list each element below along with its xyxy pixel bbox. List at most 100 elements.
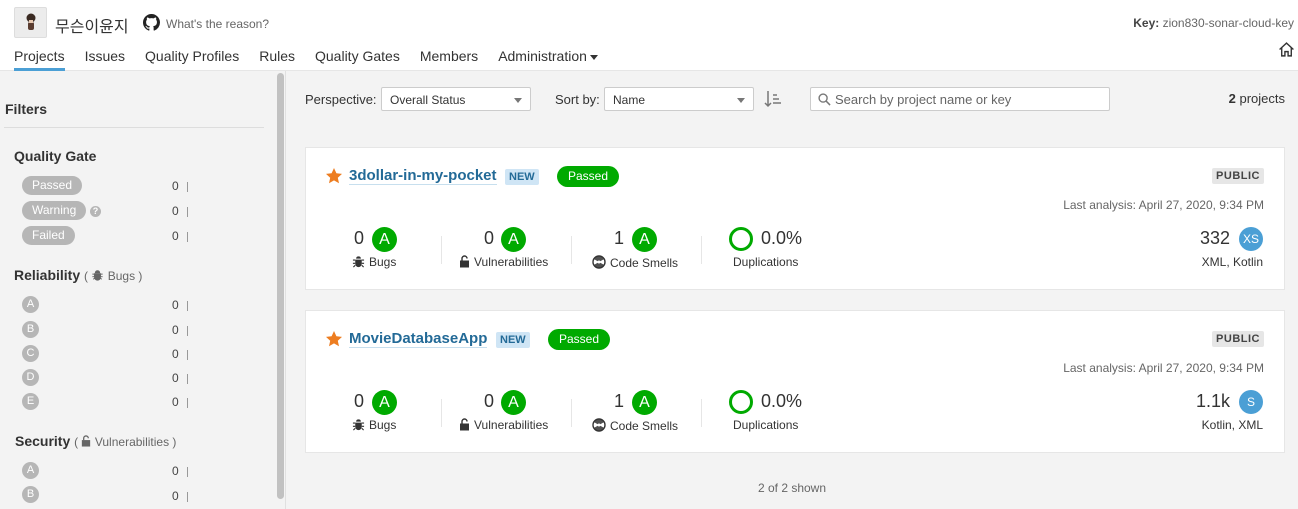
quality-gate-badge[interactable]: Passed bbox=[548, 329, 611, 350]
code-smell-icon bbox=[592, 255, 606, 269]
projects-main: Perspective: Overall Status Sort by: Nam… bbox=[286, 71, 1298, 509]
tab-projects[interactable]: Projects bbox=[14, 48, 65, 71]
divider bbox=[571, 236, 572, 264]
visibility-badge: PUBLIC bbox=[1212, 331, 1264, 347]
org-avatar[interactable] bbox=[14, 7, 47, 38]
filter-reliability-e[interactable]: E bbox=[22, 393, 39, 410]
chevron-down-icon bbox=[737, 98, 745, 103]
facet-reliability-label: Reliability bbox=[14, 267, 81, 283]
facet-reliability-sub: ( Bugs ) bbox=[84, 269, 143, 283]
filter-warning[interactable]: Warning bbox=[22, 201, 87, 220]
project-count-number: 2 bbox=[1228, 91, 1236, 106]
perspective-value: Overall Status bbox=[390, 93, 466, 107]
bugs-rating[interactable]: A bbox=[372, 227, 397, 252]
languages: XML, Kotlin bbox=[1201, 255, 1263, 269]
filter-reliability-c[interactable]: C bbox=[22, 345, 39, 362]
filter-reliability-e-count: 0 bbox=[172, 395, 188, 409]
divider bbox=[441, 399, 442, 427]
duplications-donut[interactable] bbox=[729, 390, 753, 414]
chevron-down-icon bbox=[514, 98, 522, 103]
help-icon[interactable]: ? bbox=[90, 206, 101, 217]
bug-icon bbox=[92, 270, 104, 281]
code-smells-label: Code Smells bbox=[592, 255, 678, 270]
filter-reliability-b[interactable]: B bbox=[22, 321, 39, 338]
search-icon bbox=[818, 93, 831, 106]
perspective-select[interactable]: Overall Status bbox=[381, 87, 531, 111]
divider bbox=[441, 236, 442, 264]
star-icon[interactable] bbox=[325, 330, 343, 348]
divider bbox=[701, 399, 702, 427]
tab-issues[interactable]: Issues bbox=[85, 48, 125, 71]
code-smells-value[interactable]: 1 bbox=[614, 391, 624, 412]
sort-label: Sort by: bbox=[555, 92, 600, 107]
code-smells-label-text: Code Smells bbox=[610, 256, 679, 270]
filter-failed[interactable]: Failed bbox=[22, 226, 75, 245]
new-badge: NEW bbox=[505, 169, 539, 185]
filters-sidebar: Filters Quality Gate Passed 0 Warning ? … bbox=[0, 71, 286, 509]
sort-value: Name bbox=[613, 93, 646, 107]
search-input[interactable] bbox=[835, 92, 1105, 107]
duplications-label: Duplications bbox=[733, 255, 799, 269]
filter-failed-count: 0 bbox=[172, 229, 188, 243]
vulnerabilities-rating[interactable]: A bbox=[501, 227, 526, 252]
avatar-image bbox=[26, 13, 35, 30]
quality-gate-badge[interactable]: Passed bbox=[557, 166, 620, 187]
filter-security-b-count: 0 bbox=[172, 489, 188, 503]
tab-administration[interactable]: Administration bbox=[498, 48, 598, 71]
facet-reliability-sublabel: Bugs bbox=[107, 269, 136, 283]
filters-title: Filters bbox=[5, 101, 48, 117]
divider bbox=[4, 127, 264, 128]
divider bbox=[701, 236, 702, 264]
org-key: Key: zion830-sonar-cloud-key bbox=[1133, 16, 1294, 30]
code-smells-rating[interactable]: A bbox=[632, 227, 657, 252]
project-name-link[interactable]: 3dollar-in-my-pocket bbox=[349, 168, 497, 185]
filter-reliability-a[interactable]: A bbox=[22, 296, 39, 313]
bugs-rating[interactable]: A bbox=[372, 390, 397, 415]
last-analysis: Last analysis: April 27, 2020, 9:34 PM bbox=[1063, 361, 1264, 375]
vulnerabilities-rating[interactable]: A bbox=[501, 390, 526, 415]
lock-icon bbox=[460, 418, 469, 431]
tab-quality-profiles[interactable]: Quality Profiles bbox=[145, 48, 239, 71]
vulnerabilities-value[interactable]: 0 bbox=[484, 228, 494, 249]
lock-icon bbox=[460, 255, 469, 268]
home-icon[interactable] bbox=[1278, 41, 1295, 58]
tab-members[interactable]: Members bbox=[420, 48, 478, 71]
facet-quality-gate-title: Quality Gate bbox=[14, 148, 97, 164]
sidebar-scrollbar[interactable] bbox=[277, 73, 284, 499]
github-icon[interactable] bbox=[143, 14, 160, 31]
org-name[interactable]: 무슨이윤지 bbox=[55, 13, 129, 37]
filter-reliability-d[interactable]: D bbox=[22, 369, 39, 386]
filter-security-a-count: 0 bbox=[172, 464, 188, 478]
duplications-value[interactable]: 0.0% bbox=[761, 391, 802, 412]
facet-security-sublabel: Vulnerabilities bbox=[94, 435, 170, 449]
facet-security-title: Security ( Vulnerabilities ) bbox=[15, 433, 176, 449]
code-smell-icon bbox=[592, 418, 606, 432]
vulnerabilities-value[interactable]: 0 bbox=[484, 391, 494, 412]
code-smells-label: Code Smells bbox=[592, 418, 678, 433]
sort-order-icon[interactable] bbox=[764, 89, 782, 109]
bugs-value[interactable]: 0 bbox=[354, 391, 364, 412]
bugs-value[interactable]: 0 bbox=[354, 228, 364, 249]
vulnerabilities-label-text: Vulnerabilities bbox=[474, 418, 549, 432]
chevron-down-icon bbox=[589, 54, 598, 60]
top-navigation: 무슨이윤지 What's the reason? Key: zion830-so… bbox=[0, 0, 1298, 71]
star-icon[interactable] bbox=[325, 167, 343, 185]
project-name-link[interactable]: MovieDatabaseApp bbox=[349, 331, 488, 348]
filter-security-a[interactable]: A bbox=[22, 462, 39, 479]
sort-select[interactable]: Name bbox=[604, 87, 754, 111]
duplications-value[interactable]: 0.0% bbox=[761, 228, 802, 249]
facet-security-label: Security bbox=[15, 433, 71, 449]
tab-rules[interactable]: Rules bbox=[259, 48, 295, 71]
tab-quality-gates[interactable]: Quality Gates bbox=[315, 48, 400, 71]
code-smells-value[interactable]: 1 bbox=[614, 228, 624, 249]
facet-security-sub: ( Vulnerabilities ) bbox=[74, 435, 177, 449]
bugs-label-text: Bugs bbox=[369, 418, 397, 432]
code-smells-rating[interactable]: A bbox=[632, 390, 657, 415]
size-value: 332 bbox=[1199, 228, 1230, 248]
project-card: 3dollar-in-my-pocket NEW Passed PUBLIC L… bbox=[305, 147, 1285, 290]
filter-passed[interactable]: Passed bbox=[22, 176, 83, 195]
filter-security-b[interactable]: B bbox=[22, 486, 39, 503]
org-key-label: Key: bbox=[1133, 16, 1160, 30]
duplications-donut[interactable] bbox=[729, 227, 753, 251]
project-search[interactable] bbox=[810, 87, 1110, 111]
